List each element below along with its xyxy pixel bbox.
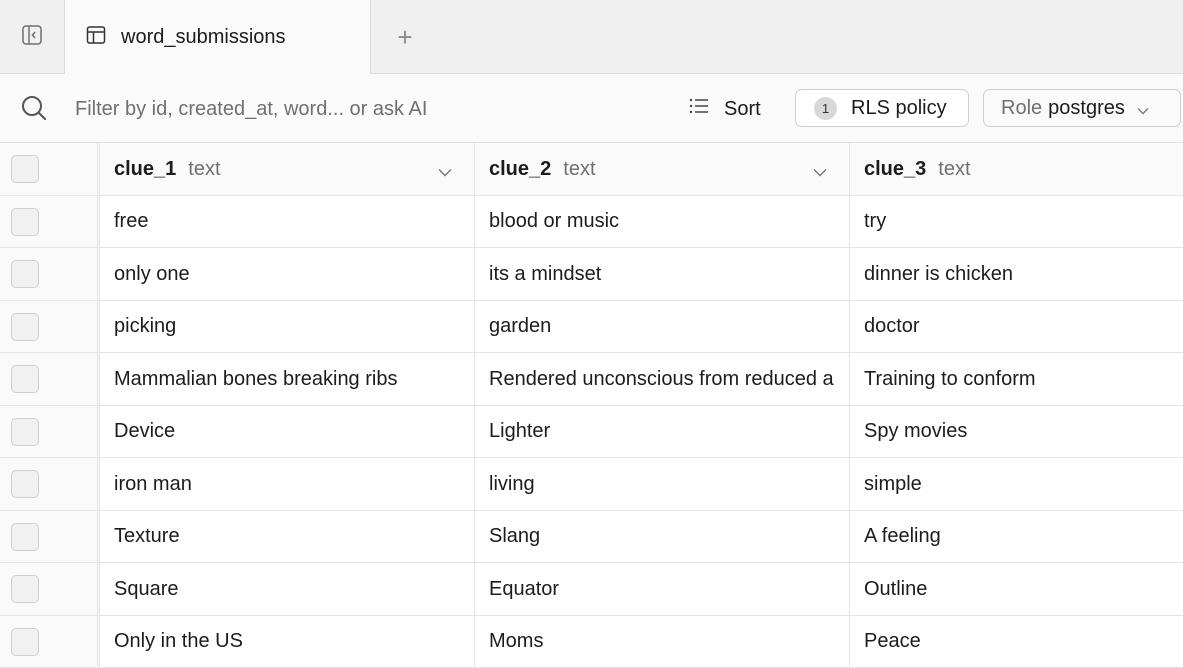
select-all-checkbox[interactable] [11,155,39,183]
column-header-clue-3[interactable]: clue_3 text [850,143,1183,196]
table-cell[interactable]: Mammalian bones breaking ribs [100,353,475,406]
table-row[interactable]: Texture Slang A feeling [0,511,1183,563]
row-checkbox[interactable] [11,417,39,446]
table-cell[interactable]: Outline [850,563,1183,616]
sidebar-toggle-button[interactable] [0,0,65,74]
column-header-clue-2[interactable]: clue_2 text [475,143,850,196]
table-row[interactable]: Only in the US Moms Peace [0,616,1183,668]
table-row[interactable]: picking garden doctor [0,301,1183,353]
row-checkbox[interactable] [11,627,39,656]
column-type: text [188,157,221,180]
tab-bar: word_submissions + [0,0,1183,75]
tab-word-submissions[interactable]: word_submissions [65,0,371,75]
sort-button[interactable]: Sort [688,92,761,126]
row-checkbox[interactable] [11,260,39,288]
table-cell[interactable]: dinner is chicken [850,248,1183,301]
table-cell[interactable]: only one [100,248,475,301]
role-select[interactable]: Role postgres [983,89,1181,127]
rls-label: RLS policy [851,96,947,119]
table-cell[interactable]: doctor [850,301,1183,353]
row-select-cell [0,511,100,563]
row-select-cell [0,196,100,248]
table-row[interactable]: Mammalian bones breaking ribs Rendered u… [0,353,1183,406]
column-name: clue_3 [864,157,927,180]
table-cell[interactable]: Device [100,406,475,458]
filter-input[interactable] [75,94,635,124]
chevron-down-icon [1137,98,1149,121]
table-cell[interactable]: garden [475,301,850,353]
row-checkbox[interactable] [11,312,39,341]
data-grid: clue_1 text clue_2 text clue_3 text free… [0,143,1183,668]
column-header-clue-1[interactable]: clue_1 text [100,143,475,196]
table-row[interactable]: only one its a mindset dinner is chicken [0,248,1183,301]
table-cell[interactable]: blood or music [475,196,850,248]
search-icon [21,95,47,126]
list-icon [688,97,710,121]
column-name: clue_1 [114,157,177,180]
chevron-down-icon[interactable] [438,160,452,183]
table-cell[interactable]: Slang [475,511,850,563]
table-row[interactable]: Device Lighter Spy movies [0,406,1183,458]
table-cell[interactable]: try [850,196,1183,248]
sort-label: Sort [724,97,761,120]
table-cell[interactable]: Training to conform [850,353,1183,406]
table-cell[interactable]: picking [100,301,475,353]
column-type: text [563,157,596,180]
tab-label: word_submissions [121,26,286,48]
table-cell[interactable]: A feeling [850,511,1183,563]
row-select-cell [0,406,100,458]
row-select-cell [0,616,100,668]
row-select-cell [0,563,100,616]
sidebar-collapse-icon [22,24,42,50]
row-checkbox[interactable] [11,522,39,551]
table-cell[interactable]: Rendered unconscious from reduced a [475,353,850,406]
row-select-cell [0,458,100,511]
role-prefix: Role [1001,96,1043,119]
table-cell[interactable]: Peace [850,616,1183,668]
table-cell[interactable]: Only in the US [100,616,475,668]
chevron-down-icon[interactable] [813,160,827,183]
table-cell[interactable]: Moms [475,616,850,668]
table-cell[interactable]: simple [850,458,1183,511]
table-cell[interactable]: iron man [100,458,475,511]
table-cell[interactable]: free [100,196,475,248]
row-checkbox[interactable] [11,207,39,236]
rls-policy-button[interactable]: 1 RLS policy [795,89,969,127]
row-checkbox[interactable] [11,575,39,603]
table-cell[interactable]: its a mindset [475,248,850,301]
table-icon [86,25,106,50]
table-cell[interactable]: living [475,458,850,511]
header-row: clue_1 text clue_2 text clue_3 text [0,143,1183,196]
table-row[interactable]: Square Equator Outline [0,563,1183,616]
add-tab-button[interactable]: + [385,17,425,57]
table-cell[interactable]: Spy movies [850,406,1183,458]
table-row[interactable]: iron man living simple [0,458,1183,511]
row-select-cell [0,248,100,301]
table-row[interactable]: free blood or music try [0,196,1183,248]
table-cell[interactable]: Equator [475,563,850,616]
role-value: postgres [1048,96,1125,119]
toolbar: Sort 1 RLS policy Role postgres [0,74,1183,143]
row-checkbox[interactable] [11,365,39,393]
row-select-cell [0,301,100,353]
table-cell[interactable]: Lighter [475,406,850,458]
rls-count-badge: 1 [814,96,837,120]
table-cell[interactable]: Square [100,563,475,616]
plus-icon: + [397,21,413,52]
row-checkbox[interactable] [11,470,39,498]
select-all-cell [0,143,100,196]
column-name: clue_2 [489,157,552,180]
column-type: text [938,157,971,180]
table-cell[interactable]: Texture [100,511,475,563]
row-select-cell [0,353,100,406]
